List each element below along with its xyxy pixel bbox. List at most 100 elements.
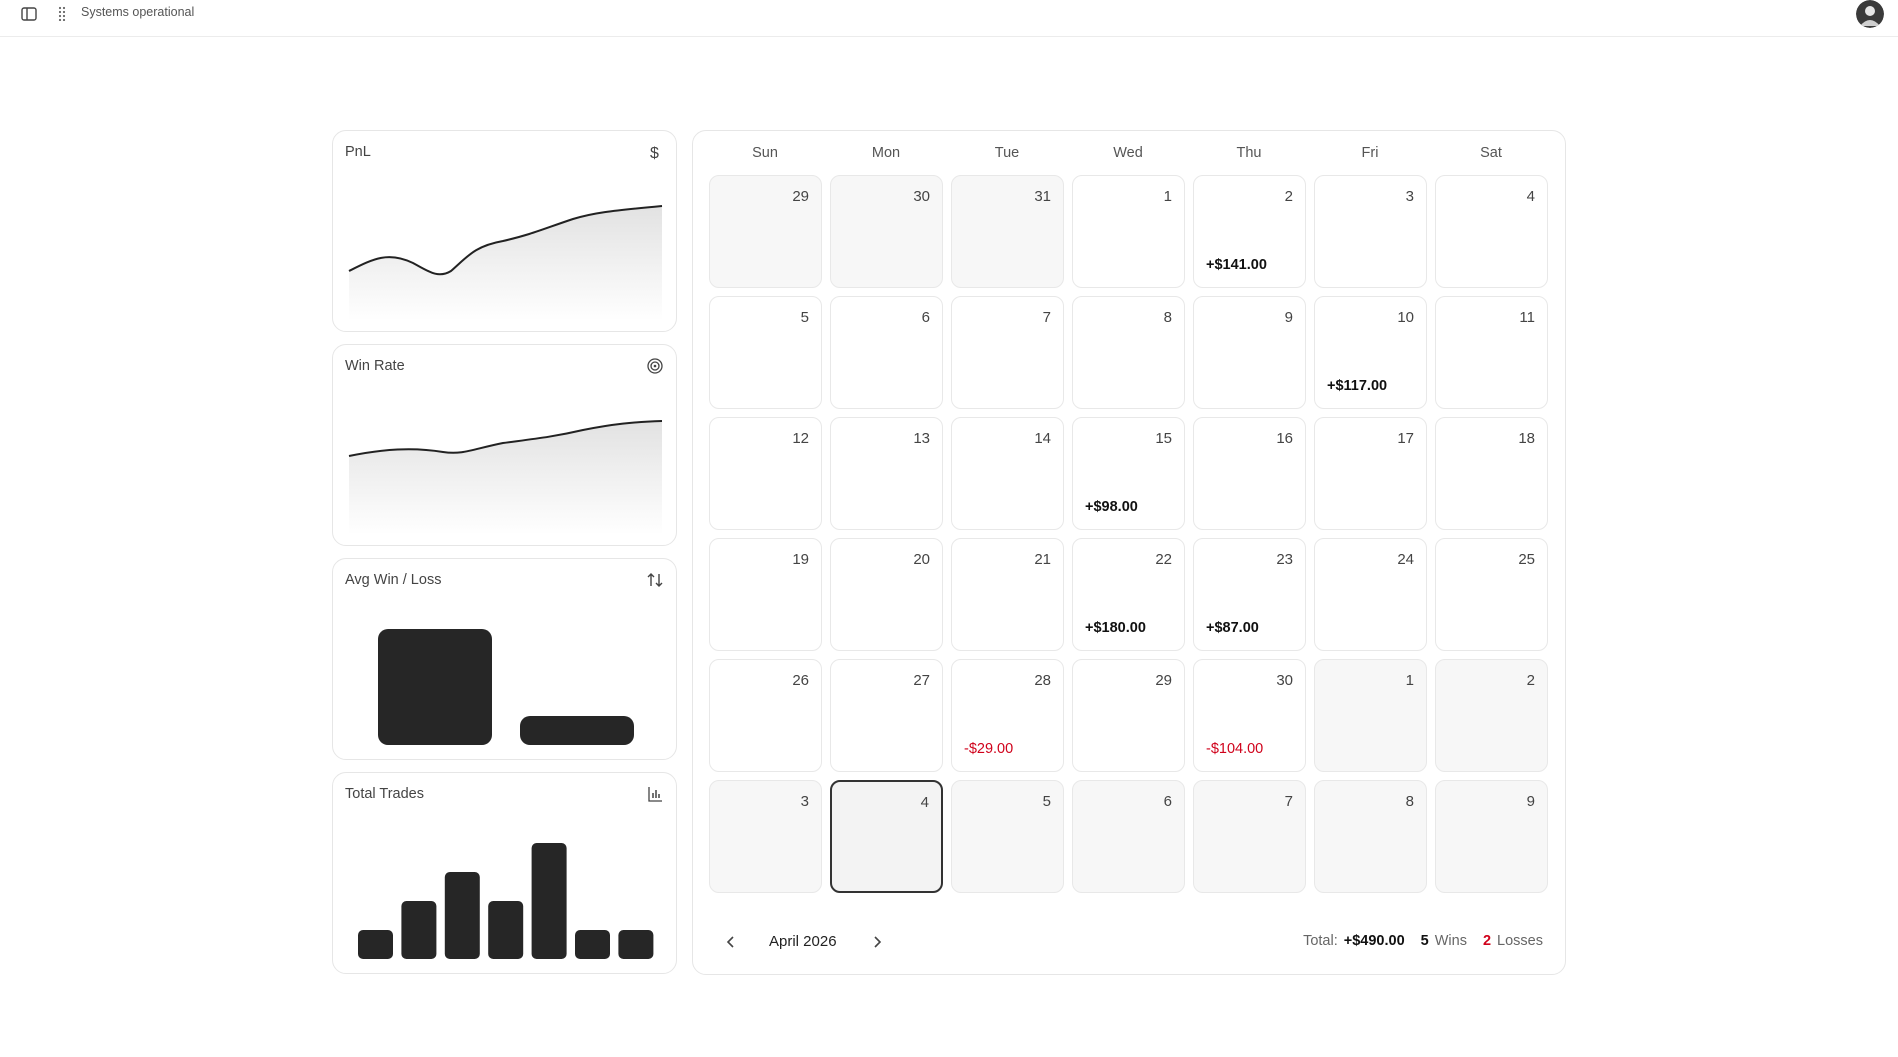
calendar-day-cell[interactable]: 3 [709, 780, 822, 893]
win-rate-card: Win Rate [332, 344, 677, 546]
calendar-day-cell[interactable]: 8 [1072, 296, 1185, 409]
weekday-header: Sat [1480, 145, 1502, 161]
day-number: 15 [1155, 430, 1172, 447]
day-number: 9 [1284, 309, 1293, 326]
day-number: 28 [1034, 672, 1051, 689]
calendar-day-cell[interactable]: 18 [1435, 417, 1548, 530]
day-pnl: -$29.00 [964, 741, 1014, 757]
calendar-day-cell[interactable]: 26 [709, 659, 822, 772]
month-summary: Total: +$490.00 5 Wins 2 Losses [1303, 933, 1543, 949]
day-number: 4 [1526, 188, 1535, 205]
calendar-day-cell[interactable]: 24 [1314, 538, 1427, 651]
sidebar-toggle-icon[interactable] [20, 5, 38, 23]
day-number: 5 [1042, 793, 1051, 810]
calendar-day-cell[interactable]: 27 [830, 659, 943, 772]
weekday-header: Fri [1361, 145, 1379, 161]
day-number: 14 [1034, 430, 1051, 447]
day-number: 31 [1034, 188, 1051, 205]
calendar-day-cell[interactable]: 1 [1314, 659, 1427, 772]
day-number: 4 [920, 794, 929, 811]
day-number: 2 [1284, 188, 1293, 205]
calendar-day-cell[interactable]: 12 [709, 417, 822, 530]
calendar-day-cell[interactable]: 10 +$117.00 [1314, 296, 1427, 409]
day-number: 25 [1518, 551, 1535, 568]
win-rate-chart [348, 420, 663, 535]
day-number: 6 [921, 309, 930, 326]
grid-dots-icon [57, 5, 71, 22]
total-value: +$490.00 [1343, 933, 1405, 949]
calendar-day-cell[interactable]: 5 [709, 296, 822, 409]
calendar-day-cell[interactable]: 28 -$29.00 [951, 659, 1064, 772]
calendar-day-cell[interactable]: 6 [1072, 780, 1185, 893]
calendar-day-cell[interactable]: 21 [951, 538, 1064, 651]
trades-bar [358, 930, 393, 959]
calendar-day-cell[interactable]: 7 [1193, 780, 1306, 893]
calendar-day-cell[interactable]: 8 [1314, 780, 1427, 893]
calendar-day-cell[interactable]: 2 +$141.00 [1193, 175, 1306, 288]
losses-label: Losses [1497, 933, 1543, 949]
calendar-day-cell[interactable]: 9 [1435, 780, 1548, 893]
day-number: 11 [1519, 309, 1535, 326]
calendar-footer: April 2026 Total: +$490.00 5 Wins 2 Loss… [693, 928, 1567, 958]
calendar-day-cell[interactable]: 4 [1435, 175, 1548, 288]
calendar-day-cell[interactable]: 5 [951, 780, 1064, 893]
day-number: 21 [1034, 551, 1051, 568]
day-number: 7 [1042, 309, 1051, 326]
day-pnl: +$180.00 [1085, 620, 1146, 636]
day-number: 18 [1518, 430, 1535, 447]
day-pnl: +$117.00 [1327, 378, 1388, 394]
day-number: 26 [792, 672, 809, 689]
calendar-day-cell[interactable]: 25 [1435, 538, 1548, 651]
calendar-day-cell[interactable]: 13 [830, 417, 943, 530]
calendar-day-cell[interactable]: 19 [709, 538, 822, 651]
calendar-day-cell[interactable]: 31 [951, 175, 1064, 288]
day-number: 13 [913, 430, 930, 447]
calendar-day-cell[interactable]: 14 [951, 417, 1064, 530]
prev-month-button[interactable] [721, 932, 741, 952]
day-number: 2 [1526, 672, 1535, 689]
calendar-day-cell[interactable]: 3 [1314, 175, 1427, 288]
avatar[interactable] [1856, 0, 1884, 28]
weekday-header: Thu [1236, 145, 1262, 161]
month-label: April 2026 [769, 933, 837, 950]
calendar-day-cell[interactable]: 29 [1072, 659, 1185, 772]
trades-bar [401, 901, 437, 959]
calendar-day-cell[interactable]: 7 [951, 296, 1064, 409]
calendar-day-cell[interactable]: 23 +$87.00 [1193, 538, 1306, 651]
wins-count: 5 [1420, 933, 1429, 949]
day-number: 3 [1405, 188, 1414, 205]
day-pnl: -$104.00 [1206, 741, 1264, 757]
calendar-day-cell[interactable]: 6 [830, 296, 943, 409]
calendar-day-cell[interactable]: 20 [830, 538, 943, 651]
day-number: 30 [1276, 672, 1293, 689]
weekday-header: Tue [994, 145, 1020, 161]
calendar-day-cell[interactable]: 4 [830, 780, 943, 893]
trades-bar [575, 930, 610, 959]
day-number: 19 [792, 551, 809, 568]
day-number: 10 [1397, 309, 1414, 326]
calendar-day-cell[interactable]: 29 [709, 175, 822, 288]
calendar-day-cell[interactable]: 11 [1435, 296, 1548, 409]
day-number: 27 [913, 672, 930, 689]
day-number: 30 [913, 188, 930, 205]
calendar-day-cell[interactable]: 15 +$98.00 [1072, 417, 1185, 530]
total-label: Total: [1303, 933, 1338, 949]
day-number: 9 [1526, 793, 1535, 810]
calendar-day-cell[interactable]: 2 [1435, 659, 1548, 772]
calendar-day-cell[interactable]: 16 [1193, 417, 1306, 530]
day-number: 8 [1163, 309, 1172, 326]
day-number: 23 [1276, 551, 1293, 568]
day-number: 3 [800, 793, 809, 810]
calendar-day-cell[interactable]: 17 [1314, 417, 1427, 530]
next-month-button[interactable] [867, 932, 887, 952]
calendar-day-cell[interactable]: 22 +$180.00 [1072, 538, 1185, 651]
weekday-header: Mon [871, 145, 901, 161]
calendar-day-cell[interactable]: 9 [1193, 296, 1306, 409]
calendar-day-cell[interactable]: 1 [1072, 175, 1185, 288]
day-number: 5 [800, 309, 809, 326]
trades-bar [444, 872, 480, 959]
calendar-day-cell[interactable]: 30 [830, 175, 943, 288]
calendar-day-cell[interactable]: 30 -$104.00 [1193, 659, 1306, 772]
top-bar: Systems operational [0, 0, 1898, 37]
total-trades-card: Total Trades [332, 772, 677, 974]
